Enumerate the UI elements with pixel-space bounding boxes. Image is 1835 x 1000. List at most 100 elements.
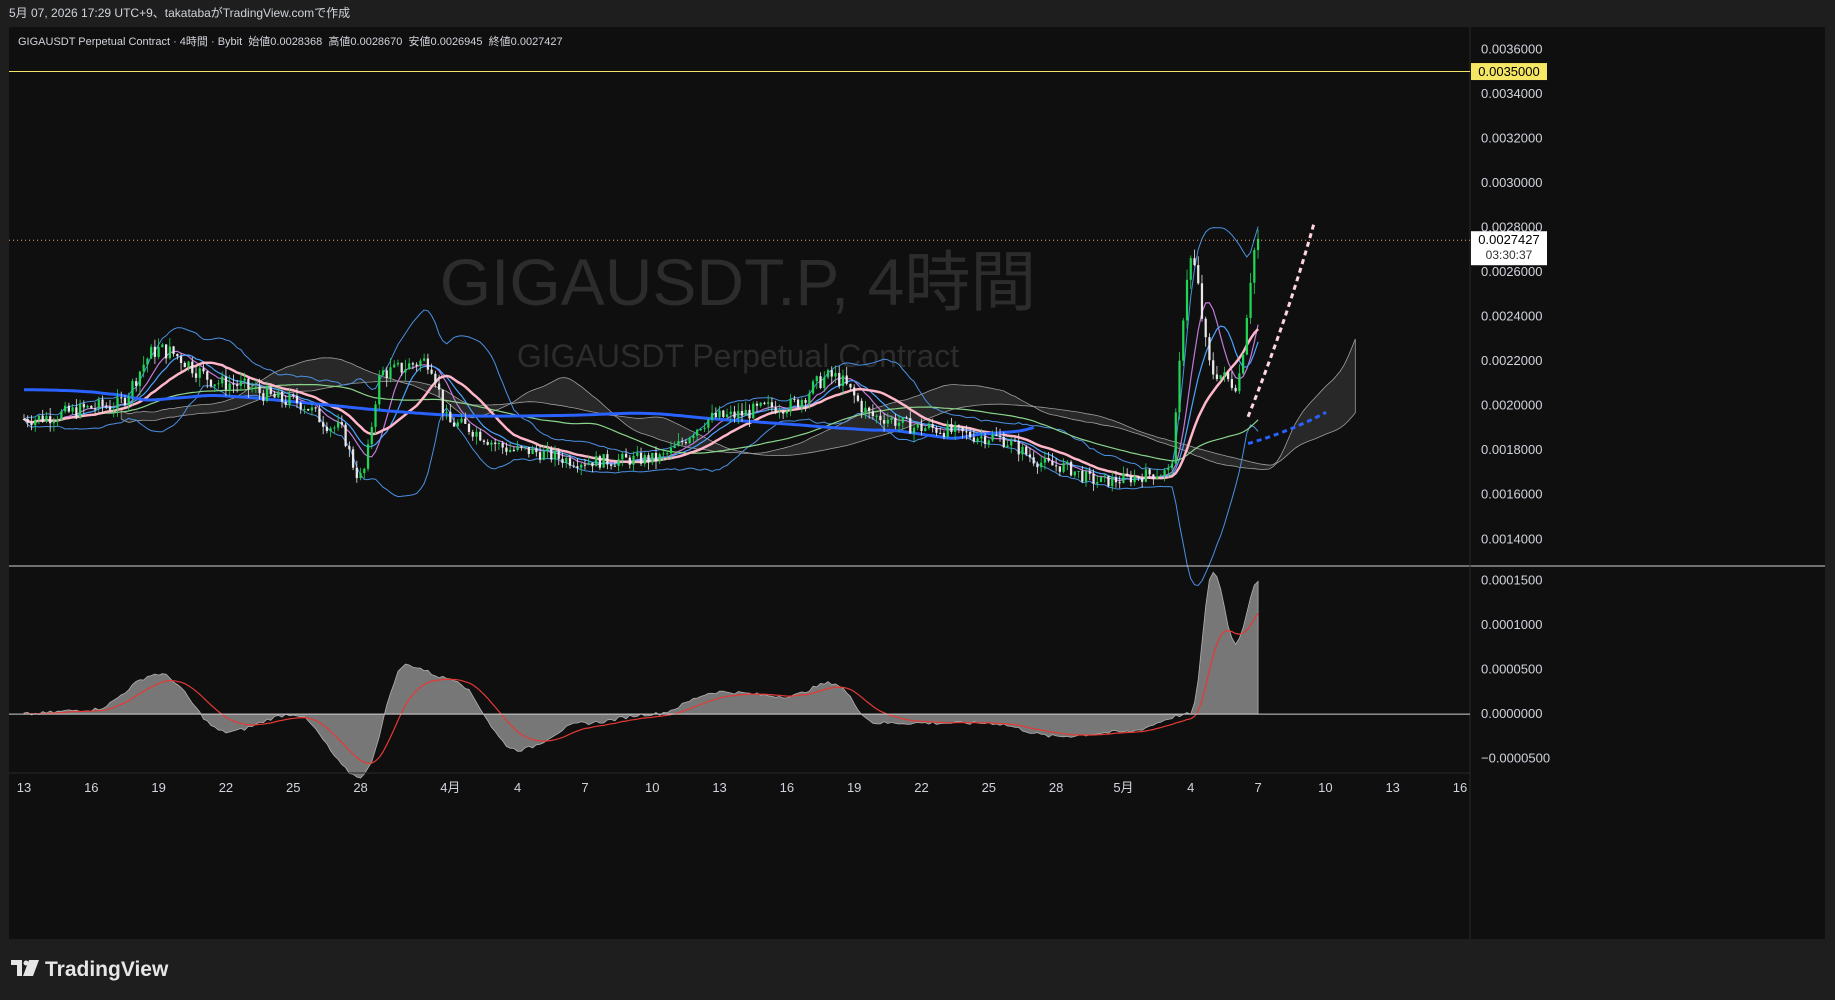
price-tick-label: 0.0024000: [1481, 309, 1542, 324]
chart-area[interactable]: GIGAUSDT.P, 4時間 GIGAUSDT Perpetual Contr…: [9, 27, 1825, 939]
candle-body: [1118, 482, 1121, 484]
chart-svg[interactable]: GIGAUSDT.P, 4時間 GIGAUSDT Perpetual Contr…: [9, 27, 1825, 939]
candle-body: [542, 451, 545, 460]
candle-body: [288, 394, 291, 405]
candle-body: [265, 387, 269, 401]
candle-body: [131, 381, 134, 397]
time-tick-label: 16: [1453, 780, 1467, 795]
legend-close-label: 終値: [488, 36, 511, 48]
candle-body: [699, 429, 702, 431]
candle-body: [808, 393, 811, 403]
candle-body: [269, 387, 272, 394]
candle-body: [897, 422, 901, 426]
candle-body: [931, 424, 934, 428]
candle-body: [243, 378, 246, 381]
candle-body: [557, 451, 560, 459]
candle-body: [647, 455, 650, 463]
candle-body: [351, 449, 355, 468]
legend-high: 0.0028670: [350, 36, 403, 48]
candle-body: [853, 387, 856, 396]
candle-body: [1099, 476, 1103, 483]
candle-body: [228, 383, 231, 390]
candle-body: [834, 372, 837, 377]
candle-body: [1155, 476, 1159, 479]
candle-body: [819, 376, 822, 389]
candle-body: [1178, 360, 1181, 413]
candle-body: [1013, 440, 1017, 442]
candle-body: [161, 344, 164, 348]
candle-body: [845, 375, 848, 384]
alert-price-tag[interactable]: 0.0035000: [1471, 63, 1547, 81]
candle-body: [337, 422, 340, 428]
candle-body: [101, 399, 104, 407]
candle-body: [965, 431, 968, 433]
candle-body: [52, 421, 56, 424]
candle-body: [374, 404, 377, 428]
candle-body: [224, 376, 228, 390]
candle-body: [1133, 476, 1136, 483]
candle-body: [408, 363, 411, 370]
candle-body: [710, 412, 714, 420]
candle-body: [793, 398, 796, 400]
candle-body: [976, 438, 979, 442]
candle-body: [838, 372, 841, 387]
candle-body: [1036, 463, 1039, 468]
candle-body: [512, 449, 516, 451]
oscillator-tick-label: 0.0001500: [1481, 572, 1542, 587]
candle-body: [868, 407, 871, 412]
candle-body: [782, 411, 785, 414]
candle-body: [1159, 475, 1162, 477]
candle-body: [479, 431, 482, 441]
candle-body: [621, 453, 624, 460]
candle-body: [366, 444, 370, 469]
candle-body: [262, 393, 265, 401]
candle-body: [299, 402, 302, 410]
candle-body: [804, 400, 807, 403]
candle-body: [755, 403, 759, 406]
symbol-legend[interactable]: GIGAUSDT Perpetual Contract · 4時間 · Bybi…: [18, 33, 563, 49]
candle-body: [942, 433, 946, 438]
time-tick-label: 10: [645, 780, 659, 795]
candle-body: [254, 386, 257, 389]
candle-body: [164, 344, 168, 359]
candle-body: [767, 402, 770, 404]
candle-body: [987, 440, 990, 444]
candle-body: [45, 416, 48, 422]
candle-body: [1032, 457, 1035, 464]
candle-body: [1021, 446, 1024, 455]
candle-body: [1141, 477, 1144, 482]
candle-body: [538, 452, 542, 460]
oscillator-tick-label: −0.0000500: [1481, 751, 1550, 766]
candle-body: [486, 441, 489, 445]
candle-body: [37, 415, 41, 420]
candle-body: [1073, 471, 1076, 476]
candle-body: [811, 381, 815, 394]
footer-bar: [0, 939, 1835, 1000]
candle-body: [669, 448, 673, 454]
candle-body: [1040, 462, 1043, 468]
candle-body: [445, 411, 448, 414]
candle-body: [1208, 337, 1211, 361]
tradingview-logo[interactable]: TradingView: [11, 958, 168, 982]
candle-body: [916, 423, 919, 428]
candle-body: [221, 376, 224, 384]
candle-body: [684, 442, 688, 444]
time-tick-label: 19: [151, 780, 165, 795]
candle-body: [580, 464, 583, 468]
candle-body: [381, 370, 385, 376]
candle-body: [206, 371, 209, 380]
candle-body: [1174, 412, 1177, 464]
candle-body: [1047, 457, 1050, 461]
candle-body: [396, 362, 400, 365]
candle-body: [561, 458, 564, 464]
legend-high-label: 高値: [328, 36, 351, 48]
candle-body: [1058, 466, 1061, 472]
candle-body: [1081, 470, 1084, 482]
candle-body: [1096, 482, 1099, 484]
candle-body: [172, 346, 175, 354]
oscillator-histogram: [23, 571, 1259, 779]
candle-body: [927, 424, 931, 429]
candle-body: [505, 447, 508, 452]
candle-body: [565, 458, 568, 464]
time-tick-label: 4: [1187, 780, 1194, 795]
